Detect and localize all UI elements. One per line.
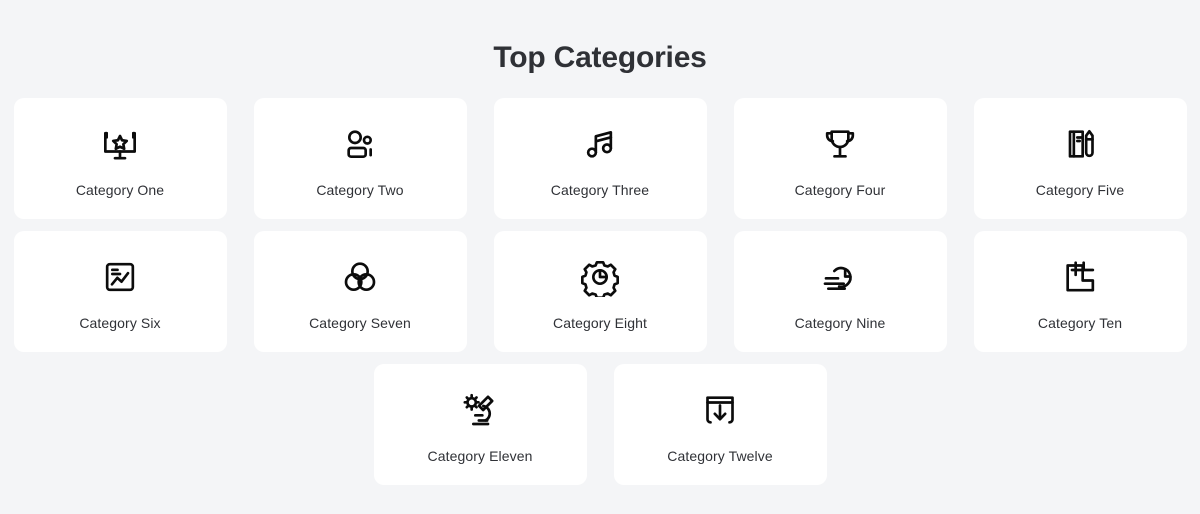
category-card-label: Category Seven: [309, 315, 411, 331]
category-card-five[interactable]: Category Five: [973, 98, 1187, 219]
trophy-icon: [819, 123, 861, 165]
category-card-label: Category Three: [550, 182, 650, 198]
category-card-label: Category One: [75, 182, 165, 198]
users-group-icon: [339, 123, 381, 165]
category-card-six[interactable]: Category Six: [13, 231, 227, 352]
category-card-label: Category Eight: [552, 315, 647, 331]
microscope-germ-icon: [459, 389, 501, 431]
category-card-two[interactable]: Category Two: [253, 98, 467, 219]
gear-pie-chart-icon: [579, 256, 621, 298]
category-card-twelve[interactable]: Category Twelve: [613, 364, 827, 485]
category-card-label: Category Ten: [1037, 315, 1123, 331]
category-card-label: Category Four: [794, 182, 886, 198]
category-card-label: Category Eleven: [427, 448, 533, 464]
category-card-seven[interactable]: Category Seven: [253, 231, 467, 352]
category-card-label: Category Five: [1035, 182, 1125, 198]
category-card-one[interactable]: Category One: [13, 98, 227, 219]
categories-grid: Category One Category Two Category Three…: [0, 98, 1200, 485]
category-card-three[interactable]: Category Three: [493, 98, 707, 219]
category-card-label: Category Six: [79, 315, 161, 331]
clock-speed-icon: [819, 256, 861, 298]
page-title: Top Categories: [493, 41, 707, 74]
top-categories-page: Top Categories Category One Category Two…: [0, 0, 1200, 514]
category-card-four[interactable]: Category Four: [733, 98, 947, 219]
venn-circles-icon: [339, 256, 381, 298]
category-card-label: Category Twelve: [667, 448, 773, 464]
chart-line-box-icon: [99, 256, 141, 298]
category-card-ten[interactable]: Category Ten: [973, 231, 1187, 352]
notebook-pen-icon: [1059, 123, 1101, 165]
music-note-icon: [579, 123, 621, 165]
category-card-label: Category Two: [316, 182, 404, 198]
monitor-star-icon: [99, 123, 141, 165]
layout-blocks-icon: [1059, 256, 1101, 298]
download-box-icon: [699, 389, 741, 431]
category-card-eleven[interactable]: Category Eleven: [373, 364, 587, 485]
category-card-eight[interactable]: Category Eight: [493, 231, 707, 352]
category-card-nine[interactable]: Category Nine: [733, 231, 947, 352]
category-card-label: Category Nine: [794, 315, 886, 331]
